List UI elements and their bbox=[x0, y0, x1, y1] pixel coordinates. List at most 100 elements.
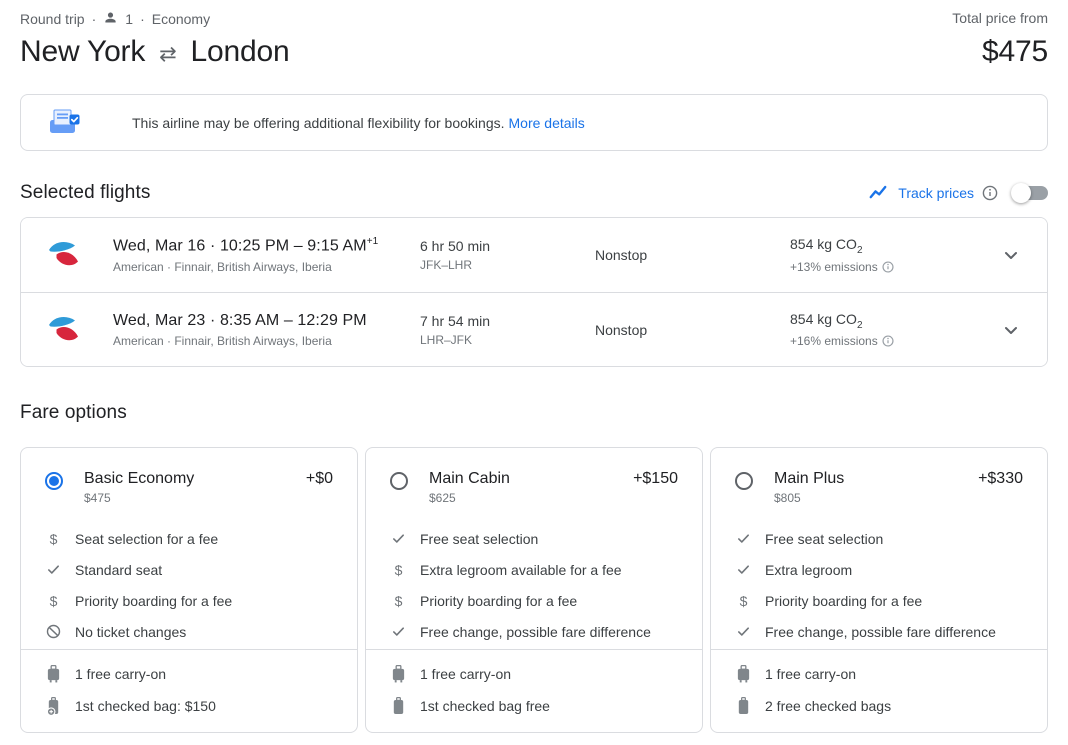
american-airlines-logo bbox=[45, 312, 81, 348]
baggage-text: 1st checked bag: $150 bbox=[75, 698, 216, 714]
baggage-row: 1st checked bag free bbox=[390, 690, 678, 722]
feature-text: Free change, possible fare difference bbox=[765, 624, 996, 640]
fare-options-title: Fare options bbox=[20, 402, 1048, 424]
fare-radio-basic-economy[interactable] bbox=[45, 472, 63, 490]
baggage-row: 1 free carry-on bbox=[390, 658, 678, 690]
flight-row-outbound[interactable]: Wed, Mar 16 · 10:25 PM – 9:15 AM+1 Ameri… bbox=[21, 218, 1047, 292]
fare-radio-main-cabin[interactable] bbox=[390, 472, 408, 490]
checked-bag-icon bbox=[735, 697, 752, 716]
chevron-down-icon[interactable] bbox=[999, 318, 1023, 342]
check-icon bbox=[735, 531, 752, 546]
baggage-row: 1 free carry-on bbox=[735, 658, 1023, 690]
fare-delta-price: +$330 bbox=[978, 470, 1023, 488]
fare-card-main-cabin[interactable]: Main Cabin $625 +$150 Free seat selectio… bbox=[365, 447, 703, 733]
origin-city: New York bbox=[20, 35, 145, 69]
check-icon bbox=[45, 562, 62, 577]
baggage-text: 1 free carry-on bbox=[765, 666, 856, 682]
flexibility-banner: This airline may be offering additional … bbox=[20, 94, 1048, 151]
flight-route: JFK–LHR bbox=[420, 258, 595, 272]
feature-text: Standard seat bbox=[75, 562, 162, 578]
flight-time: 8:35 AM – 12:29 PM bbox=[220, 312, 367, 329]
fare-cards: Basic Economy $475 +$0 $ Seat selection … bbox=[20, 447, 1048, 733]
feature-row: $ Seat selection for a fee bbox=[45, 523, 333, 554]
flight-emissions-block: 854 kg CO2 +16% emissions bbox=[790, 311, 960, 349]
flight-duration-block: 6 hr 50 min JFK–LHR bbox=[420, 238, 595, 272]
co2-value: 854 kg CO bbox=[790, 311, 857, 327]
separator-dot: · bbox=[210, 312, 215, 329]
selected-flights-title: Selected flights bbox=[20, 182, 150, 204]
baggage-text: 1st checked bag free bbox=[420, 698, 550, 714]
fare-card-header: Basic Economy $475 +$0 bbox=[21, 448, 357, 505]
co2-subscript: 2 bbox=[857, 319, 863, 330]
fare-title-block: Main Cabin $625 bbox=[429, 470, 633, 505]
carry-on-bag-icon bbox=[45, 665, 62, 683]
fare-card-header: Main Plus $805 +$330 bbox=[711, 448, 1047, 505]
info-icon[interactable] bbox=[982, 185, 998, 201]
dollar-icon: $ bbox=[45, 531, 62, 547]
banner-text: This airline may be offering additional … bbox=[132, 115, 505, 131]
flight-date: Wed, Mar 16 bbox=[113, 238, 205, 255]
co2-subscript: 2 bbox=[857, 245, 863, 256]
baggage-row: 2 free checked bags bbox=[735, 690, 1023, 722]
track-prices-toggle[interactable] bbox=[1014, 186, 1048, 200]
check-icon bbox=[735, 562, 752, 577]
carry-on-bag-icon bbox=[390, 665, 407, 683]
toggle-knob[interactable] bbox=[1011, 183, 1031, 203]
baggage-section: 1 free carry-on 1st checked bag free bbox=[366, 649, 702, 732]
checked-bag-add-icon bbox=[45, 697, 62, 716]
flight-airlines: American · Finnair, British Airways, Ibe… bbox=[113, 334, 420, 348]
flight-emissions-block: 854 kg CO2 +13% emissions bbox=[790, 236, 960, 274]
flexible-booking-icon bbox=[49, 109, 81, 137]
fare-delta-price: +$150 bbox=[633, 470, 678, 488]
flight-row-return[interactable]: Wed, Mar 23 · 8:35 AM – 12:29 PM America… bbox=[21, 292, 1047, 366]
flight-main-info: Wed, Mar 16 · 10:25 PM – 9:15 AM+1 Ameri… bbox=[113, 236, 420, 273]
trip-type-label: Round trip bbox=[20, 11, 85, 27]
feature-text: Free seat selection bbox=[420, 531, 538, 547]
feature-row: No ticket changes bbox=[45, 616, 333, 647]
baggage-text: 1 free carry-on bbox=[420, 666, 511, 682]
total-price-value: $475 bbox=[952, 35, 1048, 69]
feature-text: Priority boarding for a fee bbox=[765, 593, 922, 609]
baggage-row: 1st checked bag: $150 bbox=[45, 690, 333, 722]
more-details-link[interactable]: More details bbox=[509, 115, 585, 131]
expand-flight-button[interactable] bbox=[999, 243, 1023, 267]
feature-text: Priority boarding for a fee bbox=[420, 593, 577, 609]
emissions-delta: +13% emissions bbox=[790, 260, 960, 274]
destination-city: London bbox=[191, 35, 290, 69]
dollar-icon: $ bbox=[390, 593, 407, 609]
feature-row: Free change, possible fare difference bbox=[390, 616, 678, 647]
fare-card-main-plus[interactable]: Main Plus $805 +$330 Free seat selection… bbox=[710, 447, 1048, 733]
dollar-icon: $ bbox=[390, 562, 407, 578]
fare-card-basic-economy[interactable]: Basic Economy $475 +$0 $ Seat selection … bbox=[20, 447, 358, 733]
feature-text: Free seat selection bbox=[765, 531, 883, 547]
separator-dot: · bbox=[210, 238, 215, 255]
fare-title-block: Main Plus $805 bbox=[774, 470, 978, 505]
feature-row: $ Priority boarding for a fee bbox=[45, 585, 333, 616]
info-icon[interactable] bbox=[882, 261, 894, 273]
chevron-down-icon[interactable] bbox=[999, 243, 1023, 267]
co2-value: 854 kg CO bbox=[790, 236, 857, 252]
fare-name: Main Cabin bbox=[429, 470, 633, 488]
dollar-icon: $ bbox=[735, 593, 752, 609]
flight-duration: 7 hr 54 min bbox=[420, 313, 595, 329]
header-left: Round trip · 1 · Economy New York ⇄ Lond… bbox=[20, 8, 289, 69]
feature-text: Free change, possible fare difference bbox=[420, 624, 651, 640]
baggage-text: 2 free checked bags bbox=[765, 698, 891, 714]
track-prices-label[interactable]: Track prices bbox=[898, 185, 974, 201]
info-icon[interactable] bbox=[882, 335, 894, 347]
check-icon bbox=[735, 624, 752, 639]
separator-dot: · bbox=[140, 11, 145, 27]
emissions-text: +13% emissions bbox=[790, 260, 878, 274]
price-trend-icon bbox=[868, 182, 890, 204]
fare-radio-main-plus[interactable] bbox=[735, 472, 753, 490]
total-price-block: Total price from $475 bbox=[952, 8, 1048, 69]
feature-text: Extra legroom available for a fee bbox=[420, 562, 622, 578]
feature-row: Standard seat bbox=[45, 554, 333, 585]
fare-features: Free seat selection Extra legroom $ Prio… bbox=[711, 523, 1047, 647]
route-title: New York ⇄ London bbox=[20, 35, 289, 69]
separator-dot: · bbox=[92, 11, 97, 27]
fare-features: Free seat selection $ Extra legroom avai… bbox=[366, 523, 702, 647]
feature-row: $ Priority boarding for a fee bbox=[390, 585, 678, 616]
flight-route: LHR–JFK bbox=[420, 333, 595, 347]
expand-flight-button[interactable] bbox=[999, 318, 1023, 342]
